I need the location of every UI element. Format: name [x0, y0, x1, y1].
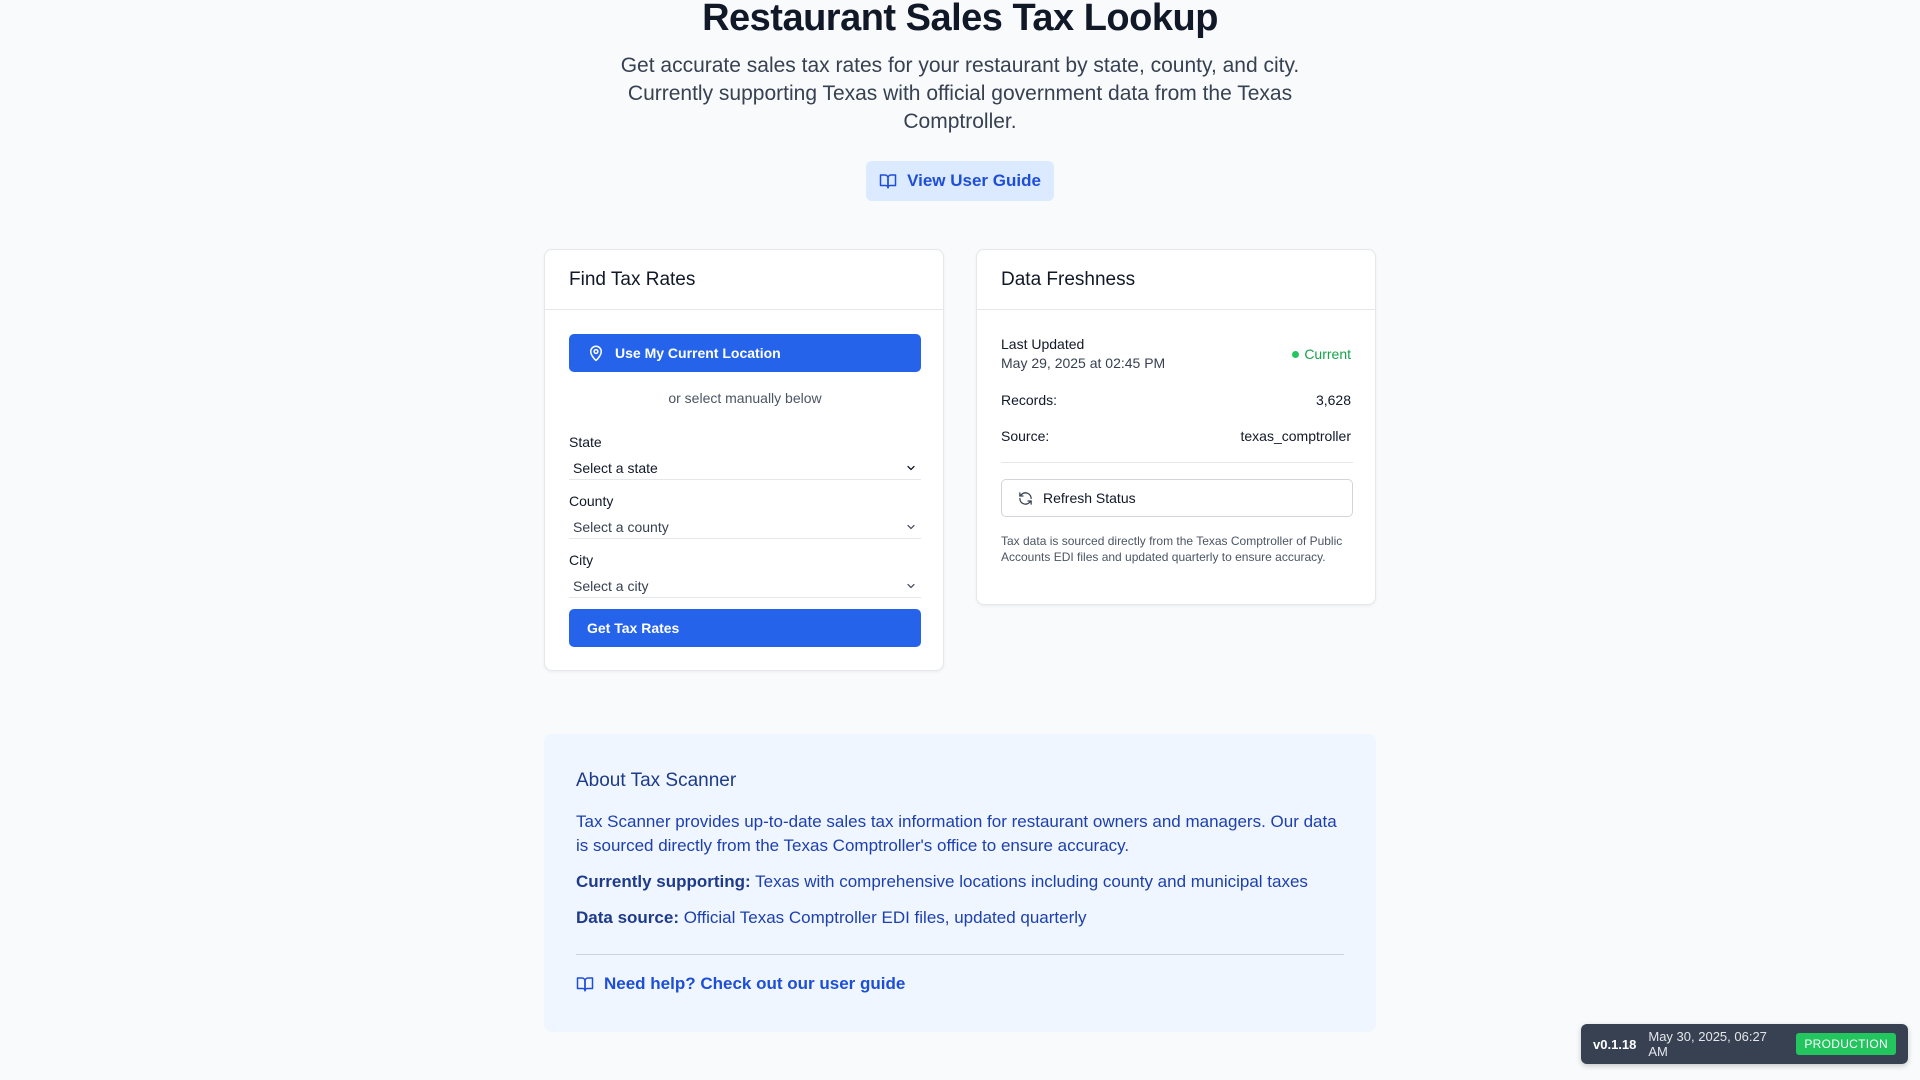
find-tax-rates-title: Find Tax Rates — [545, 250, 943, 310]
map-pin-icon — [590, 345, 602, 362]
use-current-location-button[interactable]: Use My Current Location — [569, 334, 921, 372]
data-source-note: Tax data is sourced directly from the Te… — [1001, 534, 1343, 564]
data-freshness-card: Data Freshness Last Updated May 29, 2025… — [976, 249, 1376, 605]
data-source-label: Data source: — [576, 908, 679, 927]
status-dot-icon — [1292, 350, 1300, 358]
refresh-status-button[interactable]: Refresh Status — [1001, 479, 1353, 517]
help-guide-label: Need help? Check out our user guide — [604, 974, 906, 993]
about-divider — [576, 954, 1344, 955]
about-source-line: Data source: Official Texas Comptroller … — [576, 906, 1344, 930]
about-title: About Tax Scanner — [576, 770, 737, 791]
support-label: Currently supporting: — [576, 872, 751, 891]
county-label: County — [569, 493, 614, 509]
freshness-divider — [1001, 462, 1353, 463]
help-guide-link[interactable]: Need help? Check out our user guide — [576, 974, 905, 994]
last-updated-label: Last Updated — [1001, 336, 1085, 352]
state-label: State — [569, 434, 602, 450]
about-section: About Tax Scanner Tax Scanner provides u… — [544, 734, 1376, 1032]
find-tax-rates-card: Find Tax Rates Use My Current Location o… — [544, 249, 944, 671]
view-user-guide-label: View User Guide — [907, 171, 1041, 190]
get-tax-rates-label: Get Tax Rates — [587, 620, 680, 636]
page-title: Restaurant Sales Tax Lookup — [702, 0, 1218, 39]
state-select[interactable]: Select a state — [569, 456, 921, 480]
use-current-location-label: Use My Current Location — [615, 345, 781, 361]
book-open-icon — [879, 174, 897, 189]
data-freshness-title: Data Freshness — [977, 250, 1375, 310]
status-text: Current — [1304, 346, 1351, 362]
refresh-icon — [1019, 491, 1032, 505]
chevron-down-icon — [907, 465, 915, 470]
support-text: Texas with comprehensive locations inclu… — [750, 872, 1308, 891]
county-select-value: Select a county — [573, 518, 669, 535]
version-badge: v0.1.18 May 30, 2025, 06:27 AM PRODUCTIO… — [1581, 1024, 1908, 1064]
last-updated-value: May 29, 2025 at 02:45 PM — [1001, 355, 1166, 371]
city-select-value: Select a city — [573, 577, 649, 594]
records-label: Records: — [1001, 392, 1058, 408]
view-user-guide-button[interactable]: View User Guide — [866, 161, 1054, 201]
about-support-line: Currently supporting: Texas with compreh… — [576, 870, 1344, 894]
chevron-down-icon — [907, 583, 915, 588]
version-number: v0.1.18 — [1593, 1036, 1637, 1052]
about-intro: Tax Scanner provides up-to-date sales ta… — [576, 812, 1337, 855]
state-select-value: Select a state — [573, 459, 658, 476]
book-open-icon — [576, 977, 594, 992]
get-tax-rates-button[interactable]: Get Tax Rates — [569, 609, 921, 647]
environment-badge: PRODUCTION — [1796, 1033, 1896, 1055]
refresh-status-label: Refresh Status — [1043, 490, 1136, 506]
or-select-manually-text: or select manually below — [668, 390, 822, 406]
data-source-text: Official Texas Comptroller EDI files, up… — [678, 908, 1087, 927]
source-label: Source: — [1001, 428, 1050, 444]
source-value: texas_comptroller — [1240, 428, 1352, 444]
records-value: 3,628 — [1315, 392, 1351, 408]
chevron-down-icon — [907, 524, 915, 529]
status-badge: Current — [1292, 346, 1351, 362]
city-select[interactable]: Select a city — [569, 574, 921, 598]
city-label: City — [569, 552, 594, 568]
page-subtitle: Get accurate sales tax rates for your re… — [620, 54, 1300, 133]
version-date: May 30, 2025, 06:27 AM — [1648, 1029, 1767, 1059]
county-select[interactable]: Select a county — [569, 515, 921, 539]
